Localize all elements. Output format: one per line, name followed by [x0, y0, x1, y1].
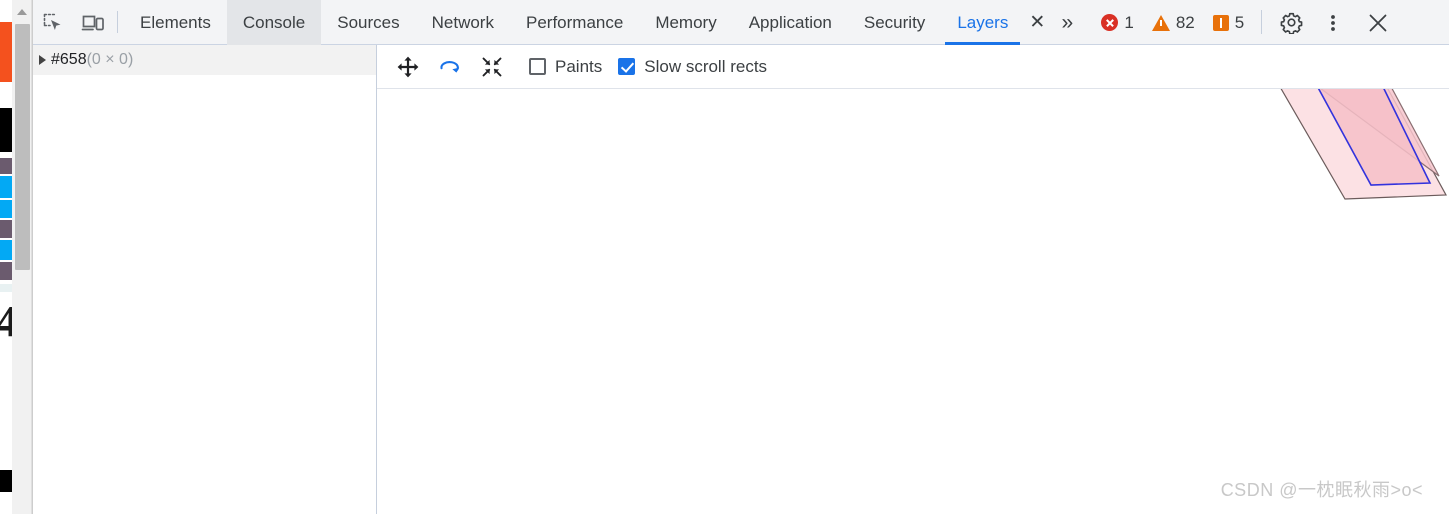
devtools-window: Elements Console Sources Network Perform…: [32, 0, 1449, 514]
page-color-block: [0, 158, 12, 174]
device-toolbar-icon[interactable]: [73, 0, 113, 45]
chevron-double-right-icon[interactable]: »: [1050, 0, 1084, 45]
devtools-screenshot: 4 Elements Console Sources Network Perfo…: [0, 0, 1449, 514]
error-count: 1: [1124, 12, 1134, 32]
page-color-block: [0, 220, 12, 238]
tab-label: Layers: [957, 12, 1009, 32]
warning-badge-icon: [1151, 14, 1170, 31]
pan-mode-button[interactable]: [387, 46, 429, 88]
close-icon[interactable]: ✕: [1024, 0, 1050, 45]
page-color-block: [0, 200, 12, 218]
inspect-element-icon[interactable]: [33, 0, 73, 45]
layer-tree-item[interactable]: #658 (0 × 0): [33, 45, 376, 75]
toolbar-separator: [117, 11, 118, 33]
layer-polygons: [1280, 89, 1447, 200]
chevron-right-icon[interactable]: [39, 55, 46, 65]
layers-3d-canvas[interactable]: CSDN @一枕眠秋雨>o<: [377, 89, 1449, 514]
tab-elements[interactable]: Elements: [124, 0, 227, 45]
tab-memory[interactable]: Memory: [639, 0, 732, 45]
layer-tree-item-name: #658: [51, 51, 87, 68]
page-scrollbar[interactable]: [12, 0, 32, 514]
warning-count: 82: [1175, 12, 1195, 32]
scrollbar-up-arrow-icon[interactable]: [16, 9, 27, 15]
slow-scroll-rects-label: Slow scroll rects: [644, 56, 768, 76]
tab-label: Console: [242, 12, 306, 32]
reset-view-button[interactable]: [471, 46, 513, 88]
layers-toolbar: Paints Slow scroll rects: [377, 45, 1449, 89]
tab-console[interactable]: Console: [226, 0, 322, 45]
kebab-menu-icon[interactable]: [1312, 0, 1354, 45]
page-color-block: [0, 284, 12, 292]
header-separator: [1261, 10, 1263, 34]
tab-label: Security: [863, 12, 926, 32]
tab-label: Sources: [337, 12, 400, 32]
underlying-page-sliver: 4: [0, 0, 12, 514]
tab-close-glyph: ✕: [1029, 12, 1046, 33]
error-counter[interactable]: 1: [1092, 0, 1142, 45]
page-color-block: [0, 22, 12, 82]
layers-tree-sidebar: #658 (0 × 0): [33, 45, 377, 514]
tab-layers[interactable]: Layers: [941, 0, 1024, 45]
tab-label: Performance: [525, 12, 624, 32]
devtools-tabstrip: Elements Console Sources Network Perform…: [33, 0, 1449, 45]
page-color-block: [0, 240, 12, 260]
checkbox-box[interactable]: [529, 58, 546, 75]
slow-scroll-rects-checkbox[interactable]: Slow scroll rects: [618, 57, 767, 77]
close-icon[interactable]: [1354, 0, 1402, 45]
devtools-body: #658 (0 × 0) Paints Slow scroll rects CS…: [33, 45, 1449, 514]
tab-overflow-glyph: »: [1061, 10, 1074, 34]
info-counter[interactable]: 5: [1204, 0, 1253, 45]
checkbox-box[interactable]: [618, 58, 636, 75]
tab-sources[interactable]: Sources: [321, 0, 415, 45]
tab-label: Elements: [140, 12, 211, 32]
scrollbar-thumb[interactable]: [15, 24, 30, 270]
info-badge-icon: [1212, 14, 1229, 31]
paints-label: Paints: [555, 56, 603, 76]
status-counters: 1 82 5: [1092, 0, 1253, 45]
info-count: 5: [1234, 12, 1245, 32]
rotate-mode-button[interactable]: [429, 46, 471, 88]
layers-main-panel: Paints Slow scroll rects CSDN @一枕眠秋雨>o<: [377, 45, 1449, 514]
page-color-block: [0, 108, 12, 152]
tab-label: Memory: [655, 12, 717, 32]
error-badge-icon: [1101, 14, 1119, 31]
layer-tree-item-dimensions: (0 × 0): [86, 51, 134, 68]
tabstrip-spacer: [1084, 0, 1088, 44]
page-color-block: [0, 176, 12, 198]
page-color-block: [0, 470, 12, 492]
tab-security[interactable]: Security: [848, 0, 941, 45]
tab-label: Network: [431, 12, 494, 32]
gear-icon[interactable]: [1270, 0, 1312, 45]
paints-checkbox[interactable]: Paints: [529, 57, 602, 77]
tab-network[interactable]: Network: [416, 0, 510, 45]
warning-counter[interactable]: 82: [1143, 0, 1204, 45]
tab-performance[interactable]: Performance: [510, 0, 639, 45]
tab-application[interactable]: Application: [733, 0, 848, 45]
tab-label: Application: [748, 12, 832, 32]
page-color-block: [0, 262, 12, 280]
page-partial-digit: 4: [0, 297, 12, 346]
